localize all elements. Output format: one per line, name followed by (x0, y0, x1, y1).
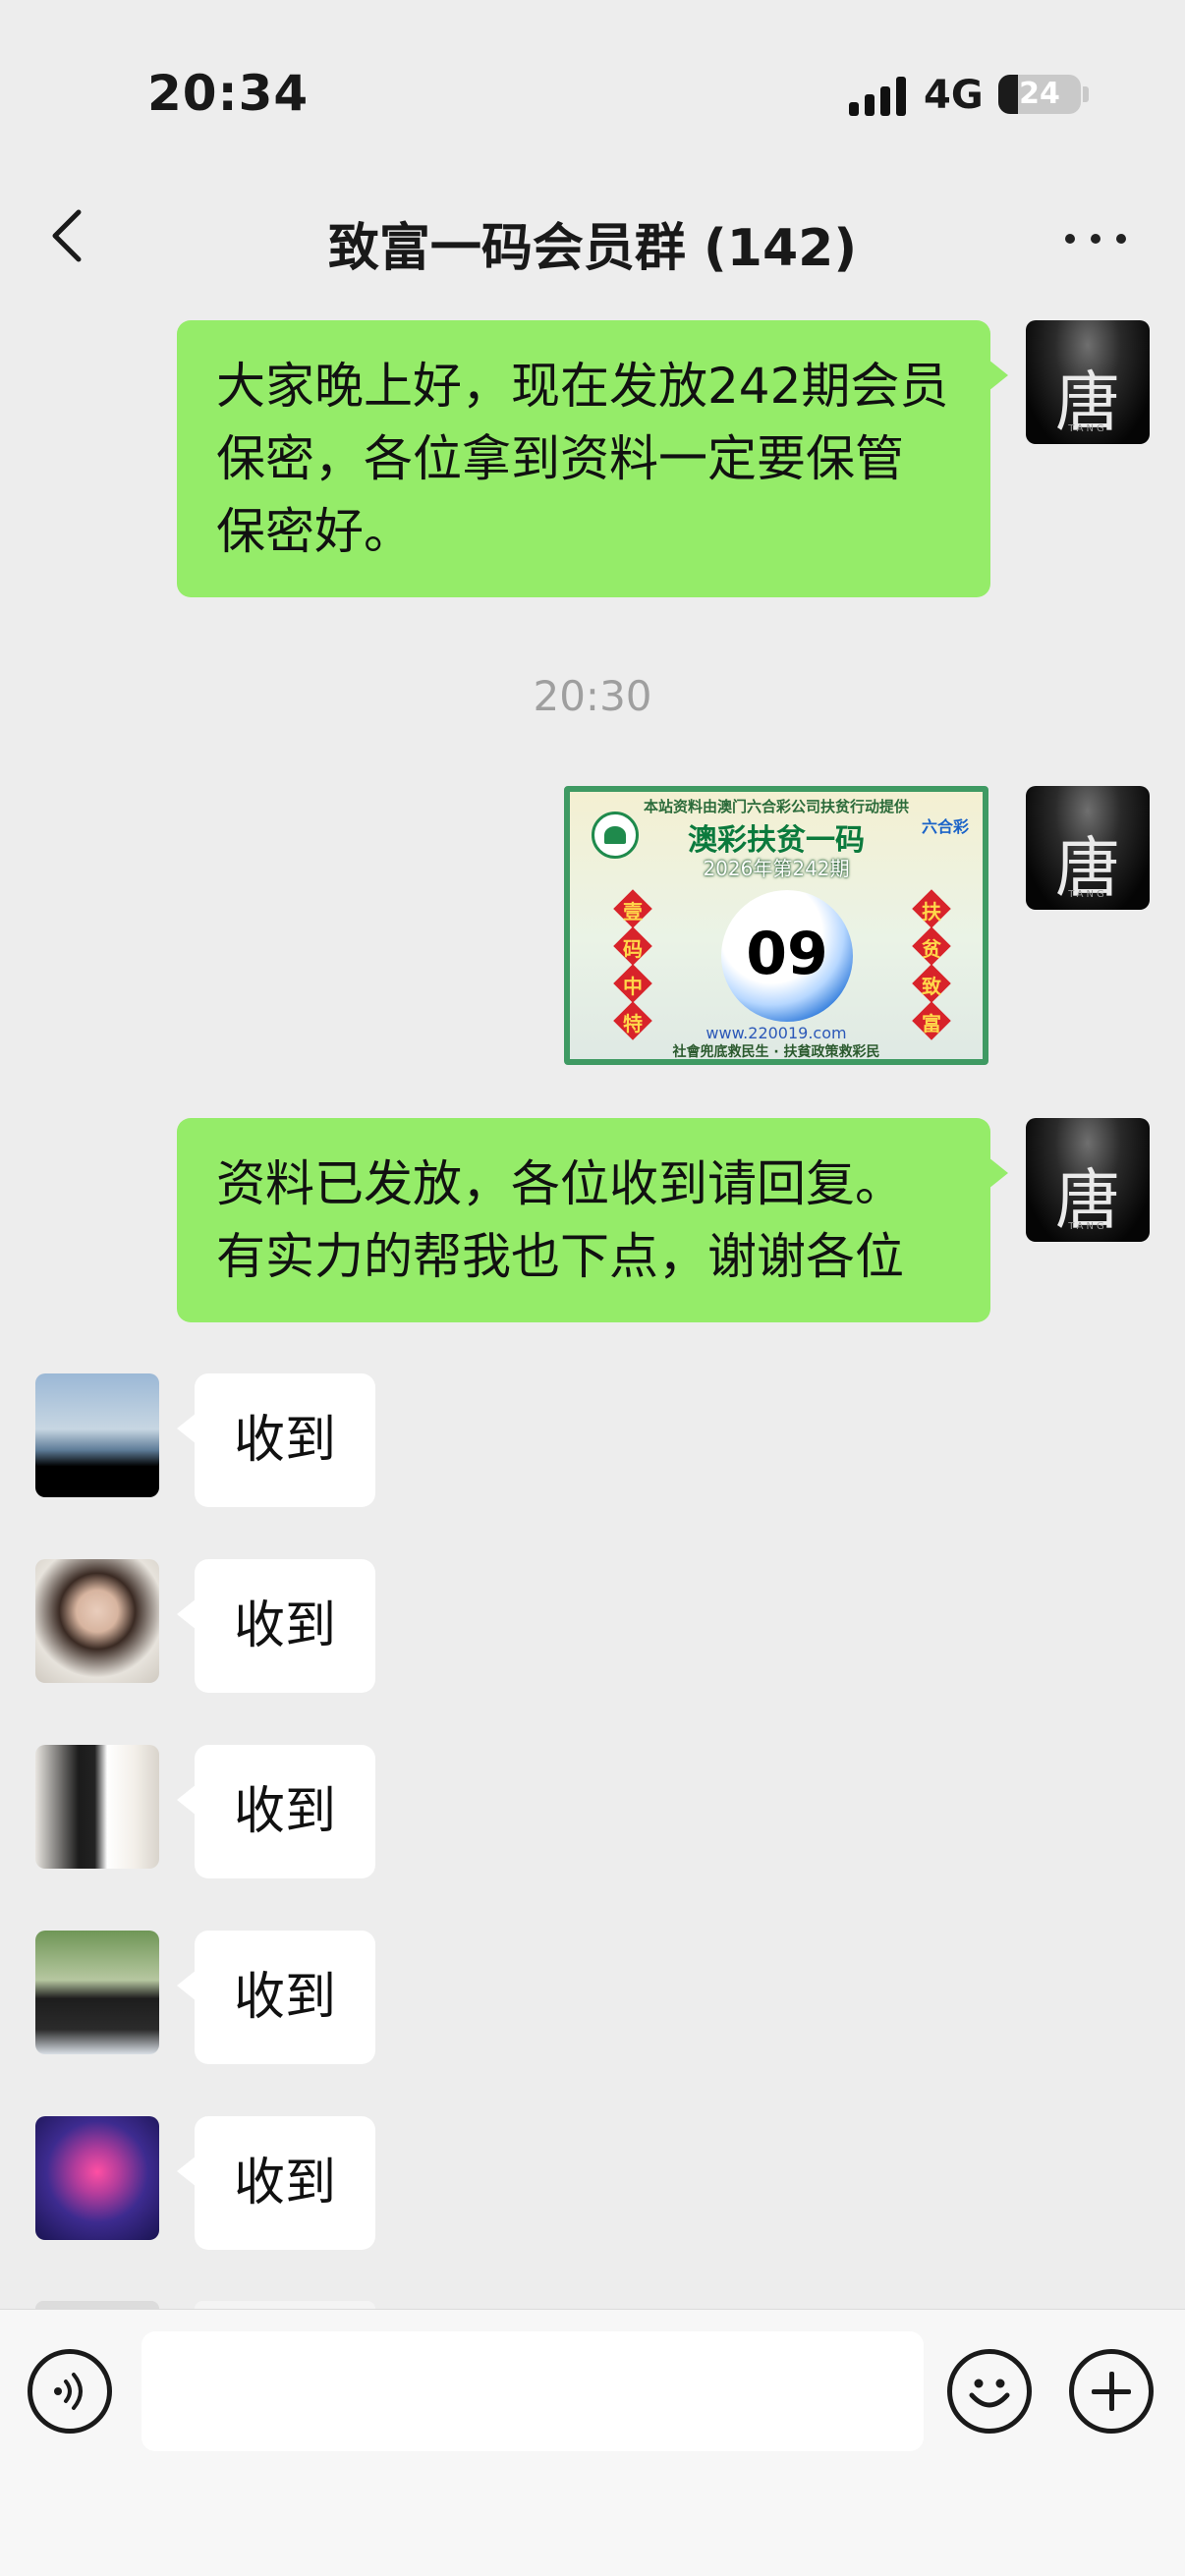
avatar-subtext: TANG (1068, 889, 1107, 900)
message-bubble-other[interactable]: 收到 (177, 1559, 375, 1693)
ball-number: 09 (746, 920, 828, 988)
avatar-subtext: TANG (1068, 423, 1107, 434)
battery-tip (1083, 86, 1089, 102)
message-bubble-other[interactable]: 收到 (177, 1745, 375, 1878)
more-icon-dot (1116, 234, 1126, 244)
voice-icon (54, 2373, 83, 2410)
avatar-self[interactable]: 唐 TANG (1026, 320, 1150, 444)
message-bubble-self[interactable]: 大家晚上好，现在发放242期会员保密，各位拿到资料一定要保管保密好。 (177, 320, 1008, 597)
chevron-left-icon (52, 209, 82, 262)
avatar-member-partial (35, 2301, 159, 2309)
more-icon-dot (1065, 234, 1075, 244)
avatar-member[interactable] (35, 1745, 159, 1869)
battery-level: 24 (1019, 77, 1060, 111)
message-timestamp: 20:30 (533, 672, 652, 720)
more-options-button[interactable] (1061, 224, 1130, 253)
message-bubble-other[interactable]: 收到 (177, 1373, 375, 1507)
network-type: 4G (924, 73, 984, 118)
avatar-member[interactable] (35, 1931, 159, 2054)
message-bubble-partial (195, 2301, 375, 2309)
left-diamond-column: 壹 码 中 特 (613, 890, 652, 1039)
number-ball: 09 (721, 890, 853, 1022)
diamond-badge: 壹 (613, 890, 652, 927)
status-time: 20:34 (147, 65, 310, 122)
emoji-button[interactable] (947, 2349, 1032, 2434)
avatar-self[interactable]: 唐 TANG (1026, 1118, 1150, 1242)
message-bubble-other[interactable]: 收到 (177, 1931, 375, 2064)
image-message[interactable]: 六合彩 本站资料由澳门六合彩公司扶贫行动提供 澳彩扶贫一码 2026年第242期… (564, 786, 988, 1065)
chat-title: 致富一码会员群 (142) (327, 219, 858, 278)
more-icon-dot (1091, 234, 1100, 244)
image-top-line: 本站资料由澳门六合彩公司扶贫行动提供 (643, 798, 909, 815)
image-slogan: 社會兜底救民生 · 扶貧政策救彩民 (672, 1044, 880, 1060)
voice-button[interactable] (28, 2349, 112, 2434)
diamond-badge: 扶 (912, 890, 951, 927)
chat-screen: 20:34 4G 24 致富一码会员群 (142) 大家晚上好，现在发放242期… (0, 0, 1185, 2576)
avatar-member[interactable] (35, 1559, 159, 1683)
image-issue: 2026年第242期 (703, 857, 850, 880)
input-bar (0, 2309, 1185, 2576)
emoji-icon (969, 2379, 1010, 2408)
right-diamond-column: 扶 贫 致 富 (912, 890, 951, 1039)
avatar-self[interactable]: 唐 TANG (1026, 786, 1150, 910)
avatar-member[interactable] (35, 1373, 159, 1497)
message-input[interactable] (141, 2331, 924, 2451)
diamond-badge: 码 (613, 927, 652, 965)
message-bubble-other[interactable]: 收到 (177, 2116, 375, 2250)
image-url: www.220019.com (705, 1024, 847, 1042)
battery-icon: 24 (998, 75, 1081, 114)
signal-icon (849, 77, 908, 116)
diamond-badge: 贫 (912, 927, 951, 965)
back-button[interactable] (45, 206, 88, 265)
avatar-member[interactable] (35, 2116, 159, 2240)
message-bubble-self[interactable]: 资料已发放，各位收到请回复。有实力的帮我也下点，谢谢各位 (177, 1118, 1008, 1322)
diamond-badge: 致 (912, 965, 951, 1002)
avatar-subtext: TANG (1068, 1221, 1107, 1232)
plus-button[interactable] (1069, 2349, 1154, 2434)
diamond-badge: 中 (613, 965, 652, 1002)
